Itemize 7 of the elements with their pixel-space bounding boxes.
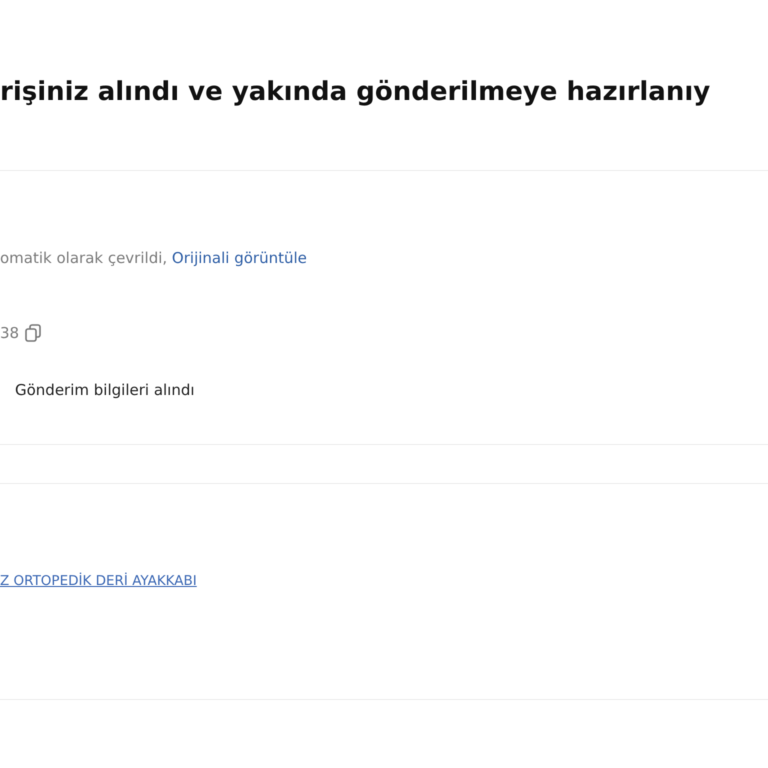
view-original-link[interactable]: Orijinali görüntüle <box>172 249 307 267</box>
order-number: 38 <box>0 323 20 344</box>
translation-note: omatik olarak çevrildi, Orijinali görüntüle <box>0 248 308 269</box>
copy-icon[interactable] <box>25 324 42 342</box>
page-title: rişiniz alındı ve yakında gönderilmeye hazırlanıy <box>0 76 712 109</box>
product-name-link[interactable]: Z ORTOPEDİK DERİ AYAKKABI <box>0 570 197 592</box>
status-text: Gönderim bilgileri alındı <box>15 380 196 401</box>
